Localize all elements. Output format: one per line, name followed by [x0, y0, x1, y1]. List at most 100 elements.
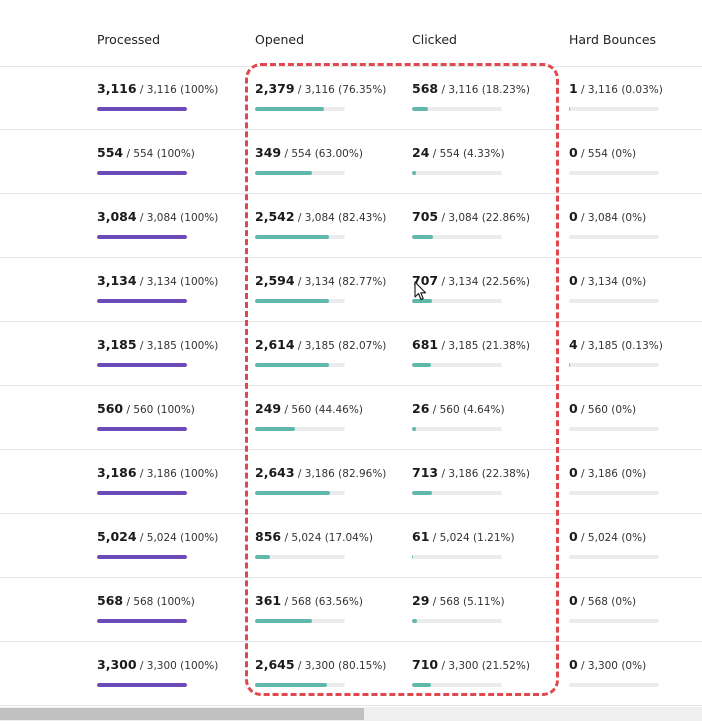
processed-detail: / 5,024 (100%)	[139, 532, 219, 544]
clicked-progress-track	[412, 555, 502, 559]
hard-bounces-progress-track	[569, 555, 659, 559]
opened-count: 2,645	[255, 657, 295, 672]
processed-count: 560	[97, 401, 124, 416]
hard-bounces-detail: / 3,300 (0%)	[581, 660, 647, 672]
processed-progress-fill	[97, 107, 187, 111]
opened-count: 2,542	[255, 209, 295, 224]
clicked-progress-fill	[412, 171, 416, 175]
opened-count: 349	[255, 145, 282, 160]
hard-bounces-progress-track	[569, 235, 659, 239]
opened-progress-fill	[255, 107, 324, 111]
opened-progress-fill	[255, 683, 328, 687]
clicked-cell: 61 / 5,024 (1.21%)	[412, 529, 515, 544]
processed-cell: 3,084 / 3,084 (100%)	[97, 209, 218, 224]
column-header-processed[interactable]: Processed	[97, 32, 160, 47]
horizontal-scrollbar[interactable]	[0, 707, 702, 721]
hard-bounces-cell: 4 / 3,185 (0.13%)	[569, 337, 663, 352]
opened-progress-fill	[255, 299, 330, 303]
opened-cell: 2,594 / 3,134 (82.77%)	[255, 273, 386, 288]
opened-detail: / 3,185 (82.07%)	[297, 340, 387, 352]
clicked-count: 29	[412, 593, 430, 608]
processed-detail: / 568 (100%)	[126, 596, 195, 608]
hard-bounces-cell: 1 / 3,116 (0.03%)	[569, 81, 663, 96]
hard-bounces-progress-track	[569, 491, 659, 495]
table-row[interactable]: 3,300 / 3,300 (100%) 2,645 / 3,300 (80.15…	[0, 642, 702, 706]
processed-count: 3,300	[97, 657, 137, 672]
hard-bounces-count: 0	[569, 209, 578, 224]
opened-count: 361	[255, 593, 282, 608]
opened-progress-fill	[255, 363, 329, 367]
clicked-count: 26	[412, 401, 430, 416]
hard-bounces-count: 0	[569, 273, 578, 288]
table-row[interactable]: 3,134 / 3,134 (100%) 2,594 / 3,134 (82.77…	[0, 258, 702, 322]
processed-progress-track	[97, 171, 187, 175]
opened-progress-track	[255, 491, 345, 495]
column-header-clicked[interactable]: Clicked	[412, 32, 457, 47]
processed-progress-track	[97, 235, 187, 239]
processed-progress-fill	[97, 491, 187, 495]
table-row[interactable]: 3,186 / 3,186 (100%) 2,643 / 3,186 (82.96…	[0, 450, 702, 514]
table-row[interactable]: 5,024 / 5,024 (100%) 856 / 5,024 (17.04%)…	[0, 514, 702, 578]
clicked-progress-fill	[412, 235, 433, 239]
clicked-progress-fill	[412, 491, 433, 495]
hard-bounces-cell: 0 / 554 (0%)	[569, 145, 636, 160]
processed-count: 5,024	[97, 529, 137, 544]
processed-detail: / 3,300 (100%)	[139, 660, 219, 672]
clicked-progress-fill	[412, 619, 417, 623]
opened-cell: 2,379 / 3,116 (76.35%)	[255, 81, 386, 96]
clicked-count: 24	[412, 145, 430, 160]
processed-progress-track	[97, 299, 187, 303]
processed-count: 568	[97, 593, 124, 608]
hard-bounces-progress-fill	[569, 363, 571, 367]
table-row[interactable]: 3,084 / 3,084 (100%) 2,542 / 3,084 (82.43…	[0, 194, 702, 258]
hard-bounces-progress-track	[569, 619, 659, 623]
clicked-count: 710	[412, 657, 439, 672]
processed-progress-fill	[97, 619, 187, 623]
opened-progress-fill	[255, 555, 271, 559]
column-header-hard-bounces[interactable]: Hard Bounces	[569, 32, 656, 47]
processed-progress-track	[97, 683, 187, 687]
hard-bounces-count: 0	[569, 593, 578, 608]
table-row[interactable]: 554 / 554 (100%) 349 / 554 (63.00%) 24 / 5…	[0, 130, 702, 194]
processed-detail: / 3,185 (100%)	[139, 340, 219, 352]
clicked-detail: / 3,185 (21.38%)	[441, 340, 530, 352]
opened-detail: / 3,186 (82.96%)	[297, 468, 387, 480]
opened-cell: 2,645 / 3,300 (80.15%)	[255, 657, 386, 672]
processed-detail: / 554 (100%)	[126, 148, 195, 160]
hard-bounces-count: 0	[569, 145, 578, 160]
processed-progress-fill	[97, 171, 187, 175]
scrollbar-thumb[interactable]	[0, 708, 364, 720]
processed-cell: 560 / 560 (100%)	[97, 401, 195, 416]
opened-cell: 2,643 / 3,186 (82.96%)	[255, 465, 386, 480]
hard-bounces-cell: 0 / 3,084 (0%)	[569, 209, 646, 224]
opened-progress-track	[255, 363, 345, 367]
clicked-progress-fill	[412, 683, 432, 687]
table-row[interactable]: 3,185 / 3,185 (100%) 2,614 / 3,185 (82.07…	[0, 322, 702, 386]
hard-bounces-progress-track	[569, 171, 659, 175]
opened-detail: / 3,084 (82.43%)	[297, 212, 387, 224]
column-header-opened[interactable]: Opened	[255, 32, 304, 47]
opened-cell: 2,542 / 3,084 (82.43%)	[255, 209, 386, 224]
clicked-progress-track	[412, 491, 502, 495]
clicked-progress-track	[412, 363, 502, 367]
hard-bounces-count: 0	[569, 465, 578, 480]
hard-bounces-cell: 0 / 3,300 (0%)	[569, 657, 646, 672]
processed-cell: 3,186 / 3,186 (100%)	[97, 465, 218, 480]
table-row[interactable]: 3,116 / 3,116 (100%) 2,379 / 3,116 (76.35…	[0, 66, 702, 130]
hard-bounces-cell: 0 / 568 (0%)	[569, 593, 636, 608]
hard-bounces-detail: / 568 (0%)	[581, 596, 637, 608]
clicked-detail: / 554 (4.33%)	[432, 148, 505, 160]
clicked-cell: 24 / 554 (4.33%)	[412, 145, 505, 160]
clicked-progress-track	[412, 619, 502, 623]
table-row[interactable]: 560 / 560 (100%) 249 / 560 (44.46%) 26 / 5…	[0, 386, 702, 450]
opened-count: 249	[255, 401, 282, 416]
processed-count: 3,116	[97, 81, 137, 96]
processed-cell: 3,185 / 3,185 (100%)	[97, 337, 218, 352]
hard-bounces-count: 4	[569, 337, 578, 352]
hard-bounces-progress-fill	[569, 107, 571, 111]
opened-cell: 856 / 5,024 (17.04%)	[255, 529, 373, 544]
clicked-count: 713	[412, 465, 439, 480]
table-row[interactable]: 568 / 568 (100%) 361 / 568 (63.56%) 29 / 5…	[0, 578, 702, 642]
opened-count: 856	[255, 529, 282, 544]
opened-progress-fill	[255, 491, 330, 495]
